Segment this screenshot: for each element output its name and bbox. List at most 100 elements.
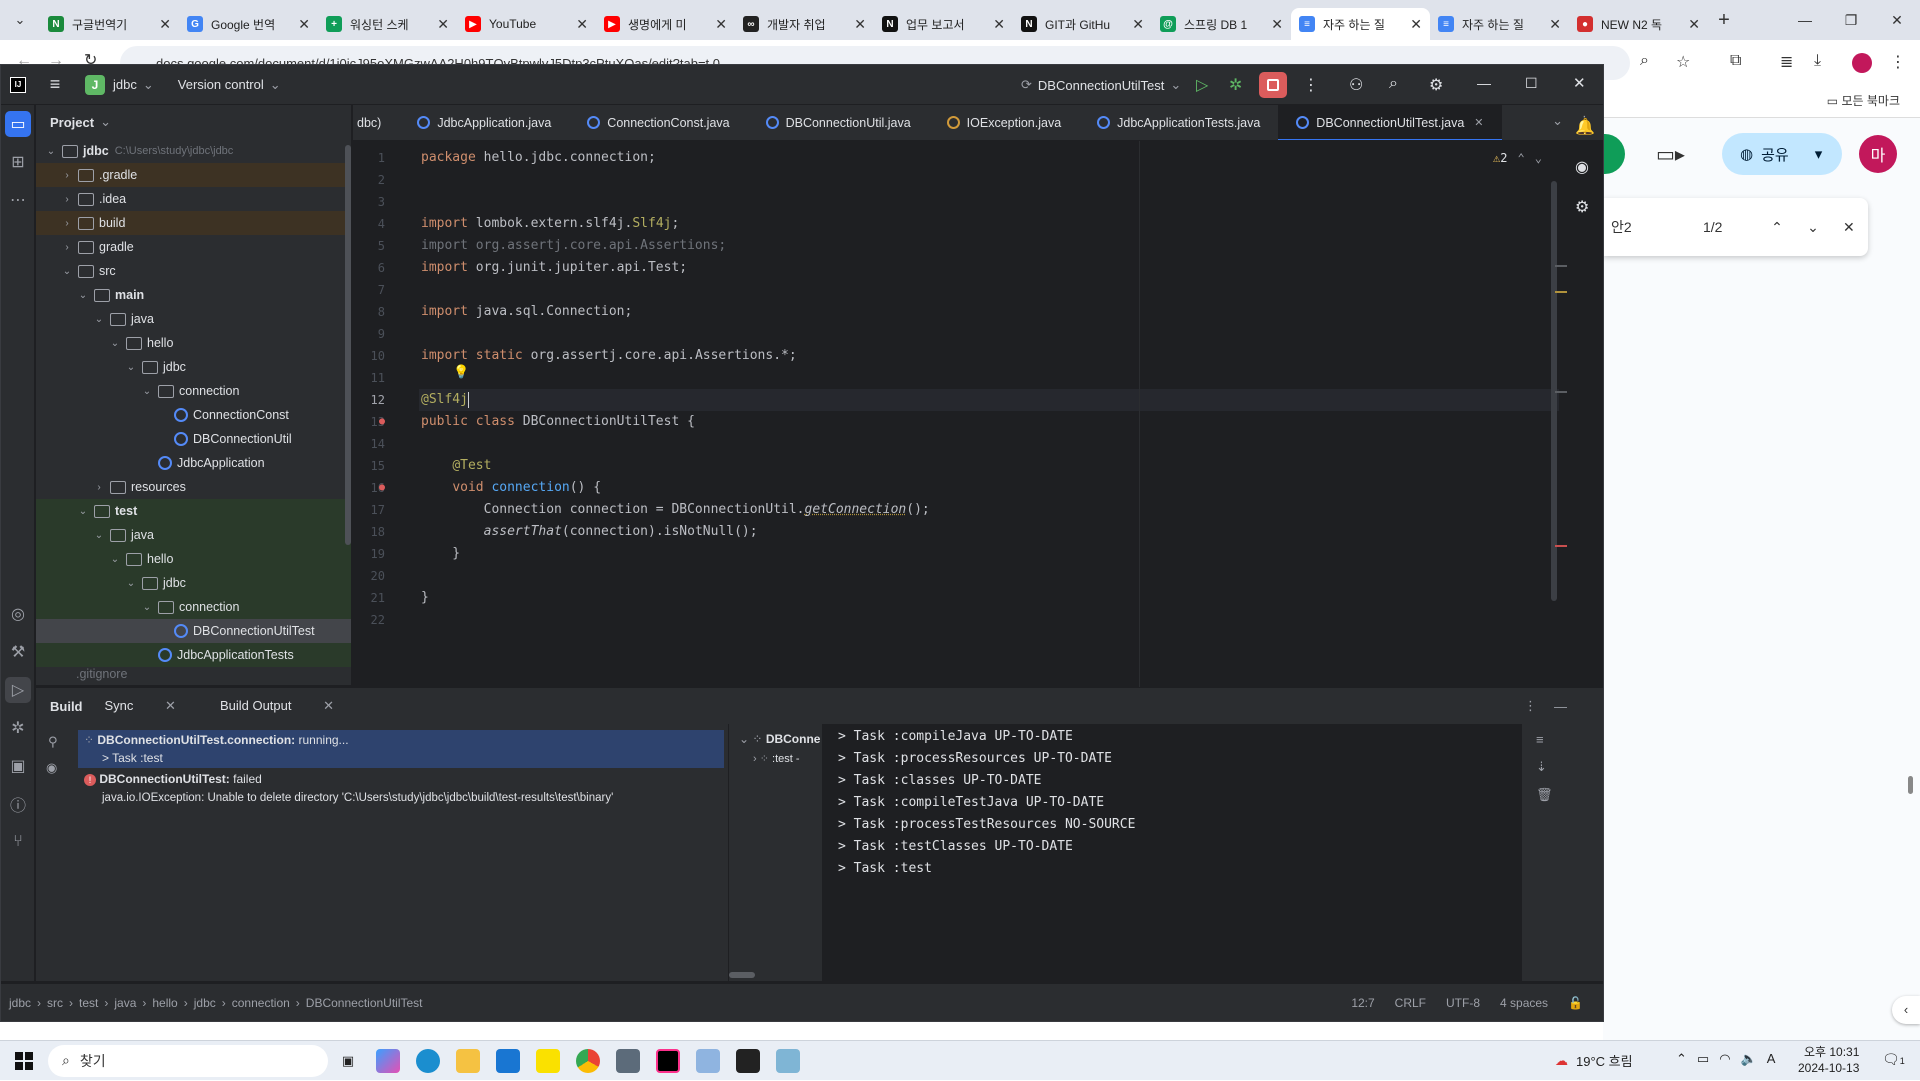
terminal-icon[interactable]: ▣ (1, 747, 35, 785)
tab-close-icon[interactable]: ✕ (1410, 16, 1422, 33)
tree-item-folder[interactable]: ⌄ hello (36, 547, 351, 571)
project-switcher[interactable]: J jdbc ⌄ (85, 74, 154, 95)
chevron-down-icon[interactable]: ⌄ (92, 530, 106, 541)
run-tool-icon[interactable]: ▷ (5, 677, 31, 703)
tab-build[interactable]: Build (50, 699, 83, 714)
code-line[interactable]: import static org.assertj.core.api.Asser… (419, 345, 1559, 367)
tree-item-folder[interactable]: ⌄ hello (36, 331, 351, 355)
chevron-down-icon[interactable]: ⌄ (76, 290, 90, 301)
editor-tab[interactable]: JdbcApplication.java (399, 105, 569, 140)
vcs-widget[interactable]: Version control ⌄ (178, 77, 281, 93)
maximize-button[interactable]: ❐ (1828, 0, 1874, 40)
line-number[interactable]: 5 (353, 235, 419, 257)
tree-item-folder[interactable]: ⌄ test (36, 499, 351, 523)
code-line[interactable]: Connection connection = DBConnectionUtil… (419, 499, 1559, 521)
line-number[interactable]: 12 (353, 389, 419, 411)
line-number[interactable]: 1 (353, 147, 419, 169)
pin-icon[interactable]: ⚲ (48, 734, 58, 750)
edge-icon[interactable] (408, 1041, 448, 1081)
editor-tab[interactable]: JdbcApplicationTests.java (1079, 105, 1278, 140)
chevron-down-icon[interactable]: ⌄ (124, 362, 138, 373)
search-icon[interactable]: ⌕ (1389, 75, 1398, 93)
tree-item-folder[interactable]: › gradle (36, 235, 351, 259)
breadcrumb-item[interactable]: connection (232, 996, 290, 1010)
code-line[interactable] (419, 169, 1559, 191)
project-scrollbar[interactable] (345, 145, 351, 545)
run-config-selector[interactable]: ⟳ DBConnectionUtilTest ⌄ (1021, 65, 1181, 105)
run-test-gutter-icon[interactable]: ● (379, 411, 385, 433)
structure-tool-icon[interactable]: ⊞ (1, 143, 35, 181)
chevron-down-icon[interactable]: ⌄ (76, 506, 90, 517)
browser-tab[interactable]: ▶ YouTube ✕ (457, 8, 596, 40)
tab-close-icon[interactable]: ✕ (1132, 16, 1144, 33)
soft-wrap-icon[interactable]: ≡ (1536, 732, 1553, 747)
main-menu-icon[interactable]: ≡ (35, 74, 75, 95)
code-line[interactable]: @Slf4j (419, 389, 1559, 411)
ide-maximize-icon[interactable]: ☐ (1525, 75, 1538, 92)
taskbar-search[interactable]: ⌕ 찾기 (48, 1044, 328, 1077)
tree-item-folder[interactable]: ⌄ jdbc (36, 355, 351, 379)
chevron-down-icon[interactable]: ⌄ (60, 266, 74, 277)
tray-chevron-icon[interactable]: ⌃ (1676, 1051, 1687, 1067)
tree-item-folder[interactable]: ⌄ src (36, 259, 351, 283)
breadcrumb-item[interactable]: DBConnectionUtilTest (306, 996, 423, 1010)
chevron-down-icon[interactable]: ⌄ (140, 386, 154, 397)
tree-item-folder[interactable]: › resources (36, 475, 351, 499)
close-window-button[interactable]: ✕ (1874, 0, 1920, 40)
chevron-down-icon[interactable]: ⌄ (44, 146, 58, 157)
browser-tab[interactable]: N 구글번역기 ✕ (40, 8, 179, 40)
line-number[interactable]: 11 (353, 367, 419, 389)
browser-tab[interactable]: + 워싱턴 스케 ✕ (318, 8, 457, 40)
tree-item-folder[interactable]: ⌄ jdbc C:\Users\study\jdbc\jdbc (36, 139, 351, 163)
inspection-widget[interactable]: ⚠2 ⌃ ⌄ (1493, 151, 1542, 165)
chevron-right-icon[interactable]: › (92, 482, 106, 493)
line-number[interactable]: 22 (353, 609, 419, 631)
tab-close-icon[interactable]: ✕ (854, 16, 866, 33)
profile-avatar[interactable] (1852, 53, 1872, 73)
tree-item-folder[interactable]: ⌄ connection (36, 379, 351, 403)
kakaotalk-icon[interactable] (528, 1041, 568, 1081)
code-line[interactable] (419, 433, 1559, 455)
gradle-icon[interactable]: ⚙ (1575, 197, 1589, 217)
calculator-icon[interactable] (608, 1041, 648, 1081)
find-prev-icon[interactable]: ⌃ (1759, 219, 1795, 236)
project-tool-icon[interactable]: ▭ (5, 111, 31, 137)
tab-close-icon[interactable]: ✕ (437, 16, 449, 33)
code-editor[interactable]: package hello.jdbc.connection; import lom… (419, 141, 1559, 751)
tree-item-folder[interactable]: › build (36, 211, 351, 235)
settings-gear-icon[interactable]: ⚙ (1429, 75, 1443, 95)
tab-close-icon[interactable]: ✕ (298, 16, 310, 33)
line-number[interactable]: 9 (353, 323, 419, 345)
eye-icon[interactable]: ◉ (46, 760, 57, 776)
line-number[interactable]: 13 ● (353, 411, 419, 433)
browser-tab[interactable]: ≡ 자주 하는 질 ✕ (1291, 8, 1430, 40)
tree-item-folder[interactable]: › .idea (36, 187, 351, 211)
line-number[interactable]: 4 (353, 213, 419, 235)
indent-setting[interactable]: 4 spaces (1500, 996, 1548, 1010)
file-explorer-icon[interactable] (448, 1041, 488, 1081)
code-line[interactable]: public class DBConnectionUtilTest { (419, 411, 1559, 433)
chevron-right-icon[interactable]: › (60, 218, 74, 229)
run-test-gutter-icon[interactable]: ● (379, 477, 385, 499)
tree-item-class[interactable]: JdbcApplicationTests (36, 643, 351, 667)
side-panel-toggle-icon[interactable]: ‹ (1892, 996, 1920, 1024)
code-line[interactable] (419, 191, 1559, 213)
line-number[interactable]: 14 (353, 433, 419, 455)
tree-item-folder[interactable]: ⌄ java (36, 523, 351, 547)
test-tree-title[interactable]: DBConne (766, 732, 821, 746)
git-icon[interactable]: ⑂ (1, 823, 35, 861)
code-with-me-icon[interactable]: ⚇ (1349, 75, 1363, 95)
code-line[interactable]: package hello.jdbc.connection; (419, 147, 1559, 169)
chevron-right-icon[interactable]: › (60, 170, 74, 181)
find-input[interactable]: 안2 (1611, 217, 1703, 237)
close-icon[interactable]: ✕ (165, 698, 176, 713)
breadcrumb-item[interactable]: jdbc (9, 996, 31, 1010)
close-icon[interactable]: ✕ (1474, 116, 1483, 129)
tree-item-class[interactable]: DBConnectionUtil (36, 427, 351, 451)
tab-close-icon[interactable]: ✕ (1549, 16, 1561, 33)
extensions-icon[interactable]: ⧉ (1730, 52, 1741, 70)
code-line[interactable]: } (419, 587, 1559, 609)
editor-tab[interactable]: ConnectionConst.java (569, 105, 747, 140)
network-icon[interactable]: ▭ (1697, 1051, 1709, 1067)
code-line[interactable]: import java.sql.Connection; (419, 301, 1559, 323)
